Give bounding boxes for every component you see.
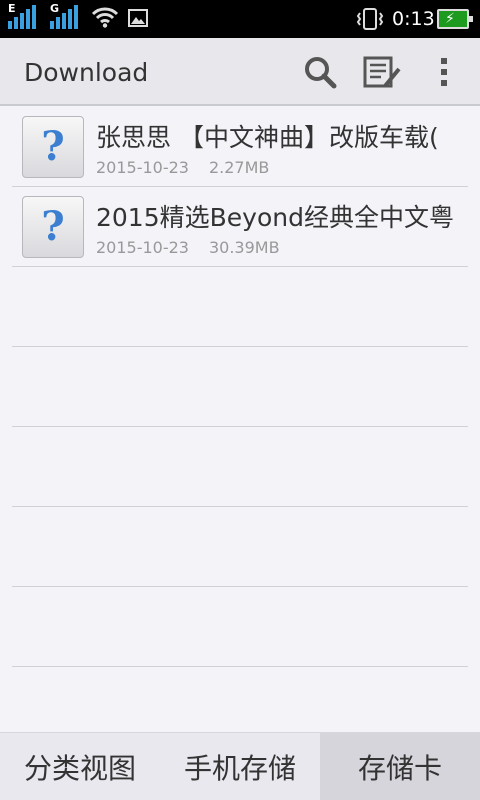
status-bar: E G 0:13 ⚡: [0, 0, 480, 38]
file-meta: 2015-10-23 30.39MB: [96, 238, 280, 257]
overflow-menu-button[interactable]: [424, 52, 464, 92]
image-icon: [128, 9, 148, 27]
vibrate-icon: [356, 8, 384, 30]
file-meta: 2015-10-23 2.27MB: [96, 158, 269, 177]
edit-list-icon: [363, 56, 401, 88]
file-name: 张思思 【中文神曲】改版车载(: [96, 123, 439, 152]
divider: [12, 506, 468, 507]
divider: [12, 266, 468, 267]
list-item[interactable]: ? 2015精选Beyond经典全中文粤 2015-10-23 30.39MB: [0, 186, 480, 266]
divider: [12, 346, 468, 347]
search-icon: [305, 57, 337, 89]
action-bar: Download: [0, 38, 480, 106]
file-date: 2015-10-23: [96, 158, 189, 177]
page-title: Download: [24, 58, 149, 87]
file-list: ? 张思思 【中文神曲】改版车载( 2015-10-23 2.27MB ? 201…: [0, 106, 480, 667]
wifi-icon: [92, 7, 118, 28]
search-button[interactable]: [300, 52, 340, 92]
file-size: 2.27MB: [208, 158, 270, 177]
tab-phone-storage[interactable]: 手机存储: [160, 733, 320, 800]
signal-icon: E: [8, 3, 42, 29]
list-item[interactable]: ? 张思思 【中文神曲】改版车载( 2015-10-23 2.27MB: [0, 106, 480, 186]
unknown-file-icon: ?: [22, 116, 84, 178]
clock: 0:13: [392, 8, 435, 30]
tab-category-view[interactable]: 分类视图: [0, 733, 160, 800]
tab-sd-card[interactable]: 存储卡: [320, 733, 480, 800]
file-date: 2015-10-23: [96, 238, 189, 257]
battery-charging-icon: ⚡: [437, 9, 473, 29]
file-size: 30.39MB: [208, 238, 280, 257]
signal-icon: G: [50, 3, 84, 29]
edit-list-button[interactable]: [362, 52, 402, 92]
overflow-menu-icon: [441, 58, 447, 86]
bottom-tab-bar: 分类视图 手机存储 存储卡: [0, 732, 480, 800]
unknown-file-icon: ?: [22, 196, 84, 258]
divider: [12, 586, 468, 587]
file-name: 2015精选Beyond经典全中文粤: [96, 203, 454, 232]
divider: [12, 666, 468, 667]
divider: [12, 426, 468, 427]
